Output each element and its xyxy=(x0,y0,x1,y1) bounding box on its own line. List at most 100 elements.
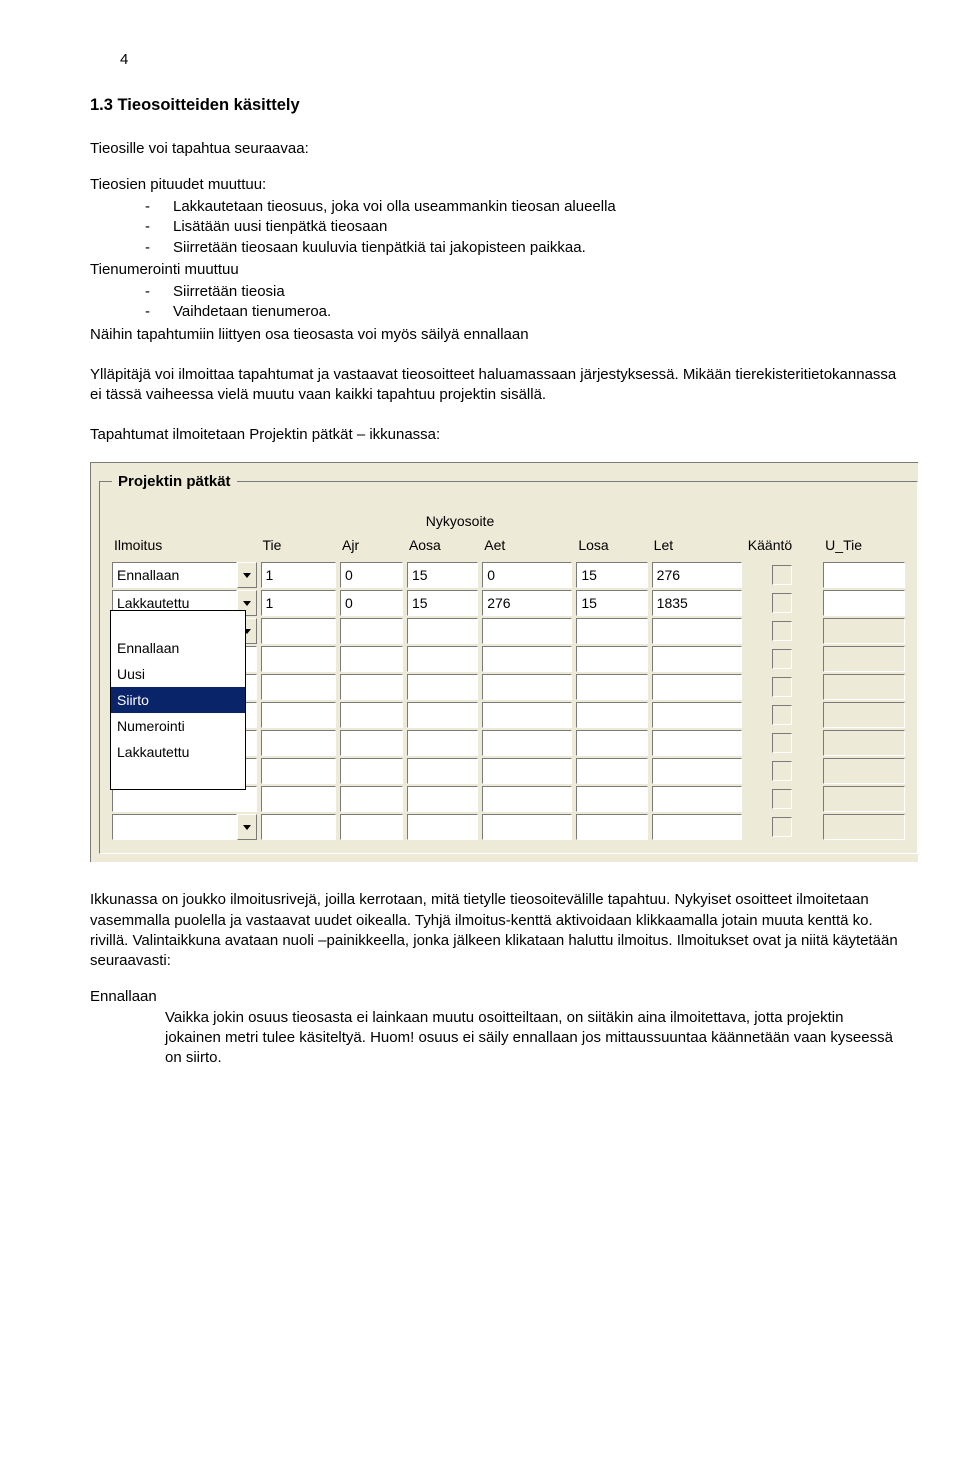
ajr-input[interactable] xyxy=(340,646,403,672)
let-input[interactable] xyxy=(652,758,742,784)
tie-input[interactable] xyxy=(261,590,336,616)
kaanto-checkbox[interactable] xyxy=(772,761,792,781)
utie-input[interactable] xyxy=(823,702,905,728)
let-input[interactable] xyxy=(652,646,742,672)
kaanto-checkbox[interactable] xyxy=(772,593,792,613)
aosa-input[interactable] xyxy=(407,618,478,644)
ajr-input[interactable] xyxy=(340,702,403,728)
losa-input[interactable] xyxy=(576,646,647,672)
ajr-input[interactable] xyxy=(340,814,403,840)
fieldset-legend: Projektin pätkät xyxy=(112,472,237,492)
utie-input[interactable] xyxy=(823,730,905,756)
aosa-input[interactable] xyxy=(407,786,478,812)
ajr-input[interactable] xyxy=(340,786,403,812)
dropdown-option[interactable]: Lakkautettu xyxy=(111,739,245,765)
tie-input[interactable] xyxy=(261,730,336,756)
aosa-input[interactable] xyxy=(407,814,478,840)
aosa-input[interactable] xyxy=(407,730,478,756)
aet-input[interactable] xyxy=(482,814,572,840)
aet-input[interactable] xyxy=(482,758,572,784)
ilmoitus-input[interactable] xyxy=(112,562,237,588)
utie-input[interactable] xyxy=(823,618,905,644)
tie-input[interactable] xyxy=(261,674,336,700)
aosa-input[interactable] xyxy=(407,674,478,700)
aet-input[interactable] xyxy=(482,674,572,700)
aosa-input[interactable] xyxy=(407,758,478,784)
tie-input[interactable] xyxy=(261,758,336,784)
col-utie: U_Tie xyxy=(821,536,907,561)
tie-input[interactable] xyxy=(261,814,336,840)
aet-input[interactable] xyxy=(482,730,572,756)
utie-input[interactable] xyxy=(823,646,905,672)
dropdown-option[interactable]: Ennallaan xyxy=(111,635,245,661)
let-input[interactable] xyxy=(652,702,742,728)
utie-input[interactable] xyxy=(823,674,905,700)
let-input[interactable] xyxy=(652,590,742,616)
losa-input[interactable] xyxy=(576,562,647,588)
list-item: Lakkautetaan tieosuus, joka voi olla use… xyxy=(145,197,900,217)
losa-input[interactable] xyxy=(576,702,647,728)
dropdown-toggle-icon[interactable] xyxy=(237,562,257,588)
losa-input[interactable] xyxy=(576,786,647,812)
let-input[interactable] xyxy=(652,674,742,700)
ajr-input[interactable] xyxy=(340,618,403,644)
utie-input[interactable] xyxy=(823,590,905,616)
ajr-input[interactable] xyxy=(340,730,403,756)
fieldset-projektin-patkat: Projektin pätkät Nykyosoite Ilmoitus Tie… xyxy=(99,481,918,855)
dropdown-option[interactable] xyxy=(111,765,245,789)
group2-list: Siirretään tieosia Vaihdetaan tienumeroa… xyxy=(90,282,900,323)
dropdown-option[interactable]: Numerointi xyxy=(111,713,245,739)
aet-input[interactable] xyxy=(482,590,572,616)
aet-input[interactable] xyxy=(482,562,572,588)
header-row: Ilmoitus Tie Ajr Aosa Aet Losa Let Käänt… xyxy=(110,536,907,561)
dropdown-option[interactable]: Siirto xyxy=(111,687,245,713)
ilmoitus-dropdown[interactable]: EnnallaanUusiSiirtoNumerointiLakkautettu xyxy=(110,610,246,790)
tie-input[interactable] xyxy=(261,562,336,588)
let-input[interactable] xyxy=(652,562,742,588)
aet-input[interactable] xyxy=(482,618,572,644)
ajr-input[interactable] xyxy=(340,590,403,616)
kaanto-checkbox[interactable] xyxy=(772,621,792,641)
losa-input[interactable] xyxy=(576,618,647,644)
ilmoitus-input[interactable] xyxy=(112,814,237,840)
aosa-input[interactable] xyxy=(407,702,478,728)
utie-input[interactable] xyxy=(823,786,905,812)
tie-input[interactable] xyxy=(261,786,336,812)
utie-input[interactable] xyxy=(823,814,905,840)
losa-input[interactable] xyxy=(576,590,647,616)
aosa-input[interactable] xyxy=(407,646,478,672)
kaanto-checkbox[interactable] xyxy=(772,649,792,669)
let-input[interactable] xyxy=(652,730,742,756)
losa-input[interactable] xyxy=(576,814,647,840)
group2-title: Tienumerointi muuttuu xyxy=(90,260,900,280)
dropdown-toggle-icon[interactable] xyxy=(237,814,257,840)
losa-input[interactable] xyxy=(576,674,647,700)
kaanto-checkbox[interactable] xyxy=(772,817,792,837)
kaanto-checkbox[interactable] xyxy=(772,733,792,753)
let-input[interactable] xyxy=(652,814,742,840)
let-input[interactable] xyxy=(652,618,742,644)
dropdown-option[interactable]: Uusi xyxy=(111,661,245,687)
aosa-input[interactable] xyxy=(407,562,478,588)
utie-input[interactable] xyxy=(823,758,905,784)
tie-input[interactable] xyxy=(261,646,336,672)
kaanto-checkbox[interactable] xyxy=(772,677,792,697)
tie-input[interactable] xyxy=(261,618,336,644)
ajr-input[interactable] xyxy=(340,758,403,784)
ilmoitus-input[interactable] xyxy=(112,786,257,812)
let-input[interactable] xyxy=(652,786,742,812)
kaanto-checkbox[interactable] xyxy=(772,565,792,585)
aosa-input[interactable] xyxy=(407,590,478,616)
aet-input[interactable] xyxy=(482,646,572,672)
losa-input[interactable] xyxy=(576,758,647,784)
aet-input[interactable] xyxy=(482,786,572,812)
utie-input[interactable] xyxy=(823,562,905,588)
tie-input[interactable] xyxy=(261,702,336,728)
aet-input[interactable] xyxy=(482,702,572,728)
kaanto-checkbox[interactable] xyxy=(772,705,792,725)
kaanto-checkbox[interactable] xyxy=(772,789,792,809)
losa-input[interactable] xyxy=(576,730,647,756)
dropdown-option[interactable] xyxy=(111,611,245,635)
ajr-input[interactable] xyxy=(340,674,403,700)
ajr-input[interactable] xyxy=(340,562,403,588)
